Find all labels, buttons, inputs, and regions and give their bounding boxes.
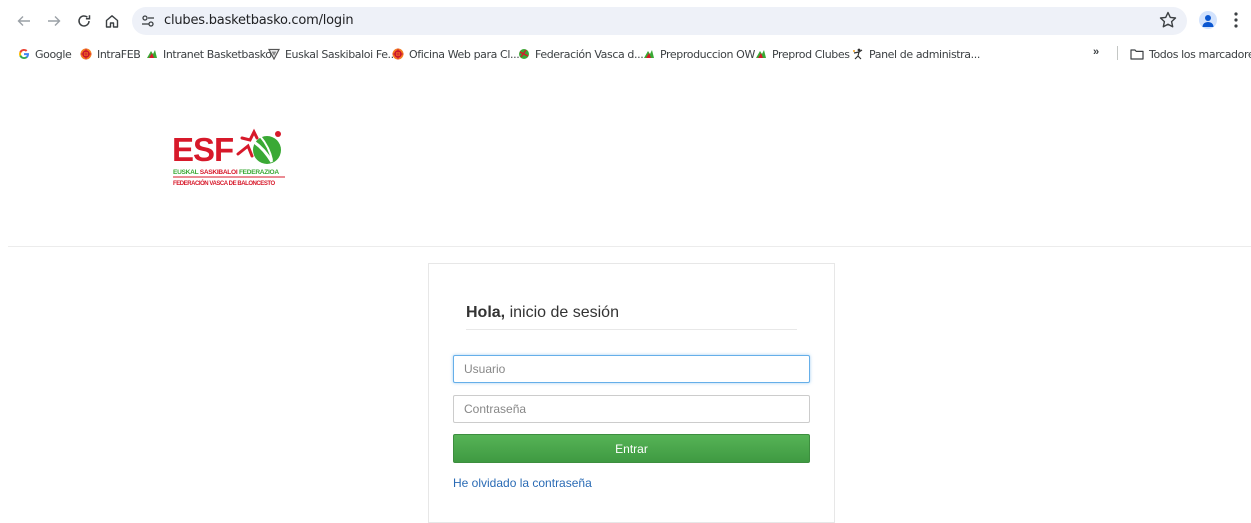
bookmark-label: Euskal Saskibaloi Fe... <box>285 47 397 61</box>
logo-subtitle: FEDERACIÓN VASCA DE BALONCESTO <box>173 179 276 187</box>
bookmark-google[interactable]: Google <box>18 46 72 62</box>
bookmark-intrafeb[interactable]: IntraFEB <box>80 46 141 62</box>
player-icon <box>853 48 863 60</box>
basketbasko-icon <box>756 50 766 58</box>
forgot-password-link[interactable]: He olvidado la contraseña <box>453 476 592 490</box>
bookmark-preprod-clubes[interactable]: Preprod Clubes <box>755 46 850 62</box>
shield-icon <box>268 48 280 60</box>
logo-federation-name: EUSKAL SASKIBALOI FEDERAZIOA <box>173 169 279 176</box>
bookmarks-separator <box>1117 46 1118 60</box>
bookmark-euskal-saskibaloi[interactable]: Euskal Saskibaloi Fe... <box>268 46 397 62</box>
login-card: Hola, inicio de sesión Entrar He olvidad… <box>428 263 835 523</box>
bookmark-panel-administracion[interactable]: Panel de administra... <box>852 46 980 62</box>
home-icon <box>105 15 119 28</box>
login-title: Hola, inicio de sesión <box>466 304 619 321</box>
bookmark-label: Preprod Clubes <box>772 47 850 61</box>
bookmark-label: Intranet Basketbasko <box>163 47 272 61</box>
address-bar[interactable]: clubes.basketbasko.com/login <box>132 7 1187 35</box>
url-text[interactable]: clubes.basketbasko.com/login <box>164 13 354 28</box>
folder-icon <box>1130 49 1144 60</box>
all-bookmarks-folder[interactable]: Todos los marcadores <box>1130 46 1251 62</box>
bookmark-label: IntraFEB <box>97 47 141 61</box>
bookmark-star-icon[interactable] <box>1158 10 1178 30</box>
browser-toolbar: clubes.basketbasko.com/login <box>0 0 1251 42</box>
bookmark-label: Federación Vasca d... <box>535 47 644 61</box>
title-divider <box>466 329 797 330</box>
intrafeb-icon <box>392 48 404 60</box>
username-input[interactable] <box>453 355 810 383</box>
password-input[interactable] <box>453 395 810 423</box>
bookmark-label: Preproduccion OW <box>660 47 755 61</box>
bookmark-label: Panel de administra... <box>869 47 980 61</box>
profile-avatar[interactable] <box>1199 11 1217 29</box>
federation-icon <box>519 49 529 59</box>
person-icon <box>1202 15 1214 27</box>
reload-button[interactable] <box>72 9 96 33</box>
bookmark-preproduccion-ow[interactable]: Preproduccion OW <box>643 46 755 62</box>
arrow-left-icon <box>17 16 30 26</box>
login-button[interactable]: Entrar <box>453 434 810 463</box>
header-divider <box>8 246 1251 247</box>
more-menu-icon[interactable] <box>1228 11 1244 29</box>
arrow-right-icon <box>48 16 61 26</box>
forward-button[interactable] <box>42 9 66 33</box>
bookmark-oficina-web[interactable]: Oficina Web para Cl... <box>392 46 520 62</box>
google-icon <box>19 49 29 59</box>
reload-icon <box>78 15 91 27</box>
bookmarks-bar: Google IntraFEB Intranet Basketbasko Eus… <box>0 42 1251 66</box>
bookmarks-overflow-button[interactable]: » <box>1093 46 1099 58</box>
site-settings-icon[interactable] <box>140 13 156 29</box>
bookmark-label: Google <box>35 47 72 61</box>
esf-logo: ESF EUSKAL SASKIBALOI FEDERAZIOA FEDERAC… <box>172 128 285 187</box>
basketball-player-icon <box>236 128 281 164</box>
bookmark-federacion-vasca[interactable]: Federación Vasca d... <box>518 46 644 62</box>
all-bookmarks-label: Todos los marcadores <box>1149 47 1251 61</box>
bookmark-intranet-basketbasko[interactable]: Intranet Basketbasko <box>146 46 272 62</box>
logo-text: ESF <box>172 131 233 168</box>
intrafeb-icon <box>80 48 92 60</box>
basketbasko-icon <box>147 50 157 58</box>
bookmark-label: Oficina Web para Cl... <box>409 47 520 61</box>
home-button[interactable] <box>100 9 124 33</box>
basketbasko-icon <box>644 50 654 58</box>
back-button[interactable] <box>12 9 36 33</box>
